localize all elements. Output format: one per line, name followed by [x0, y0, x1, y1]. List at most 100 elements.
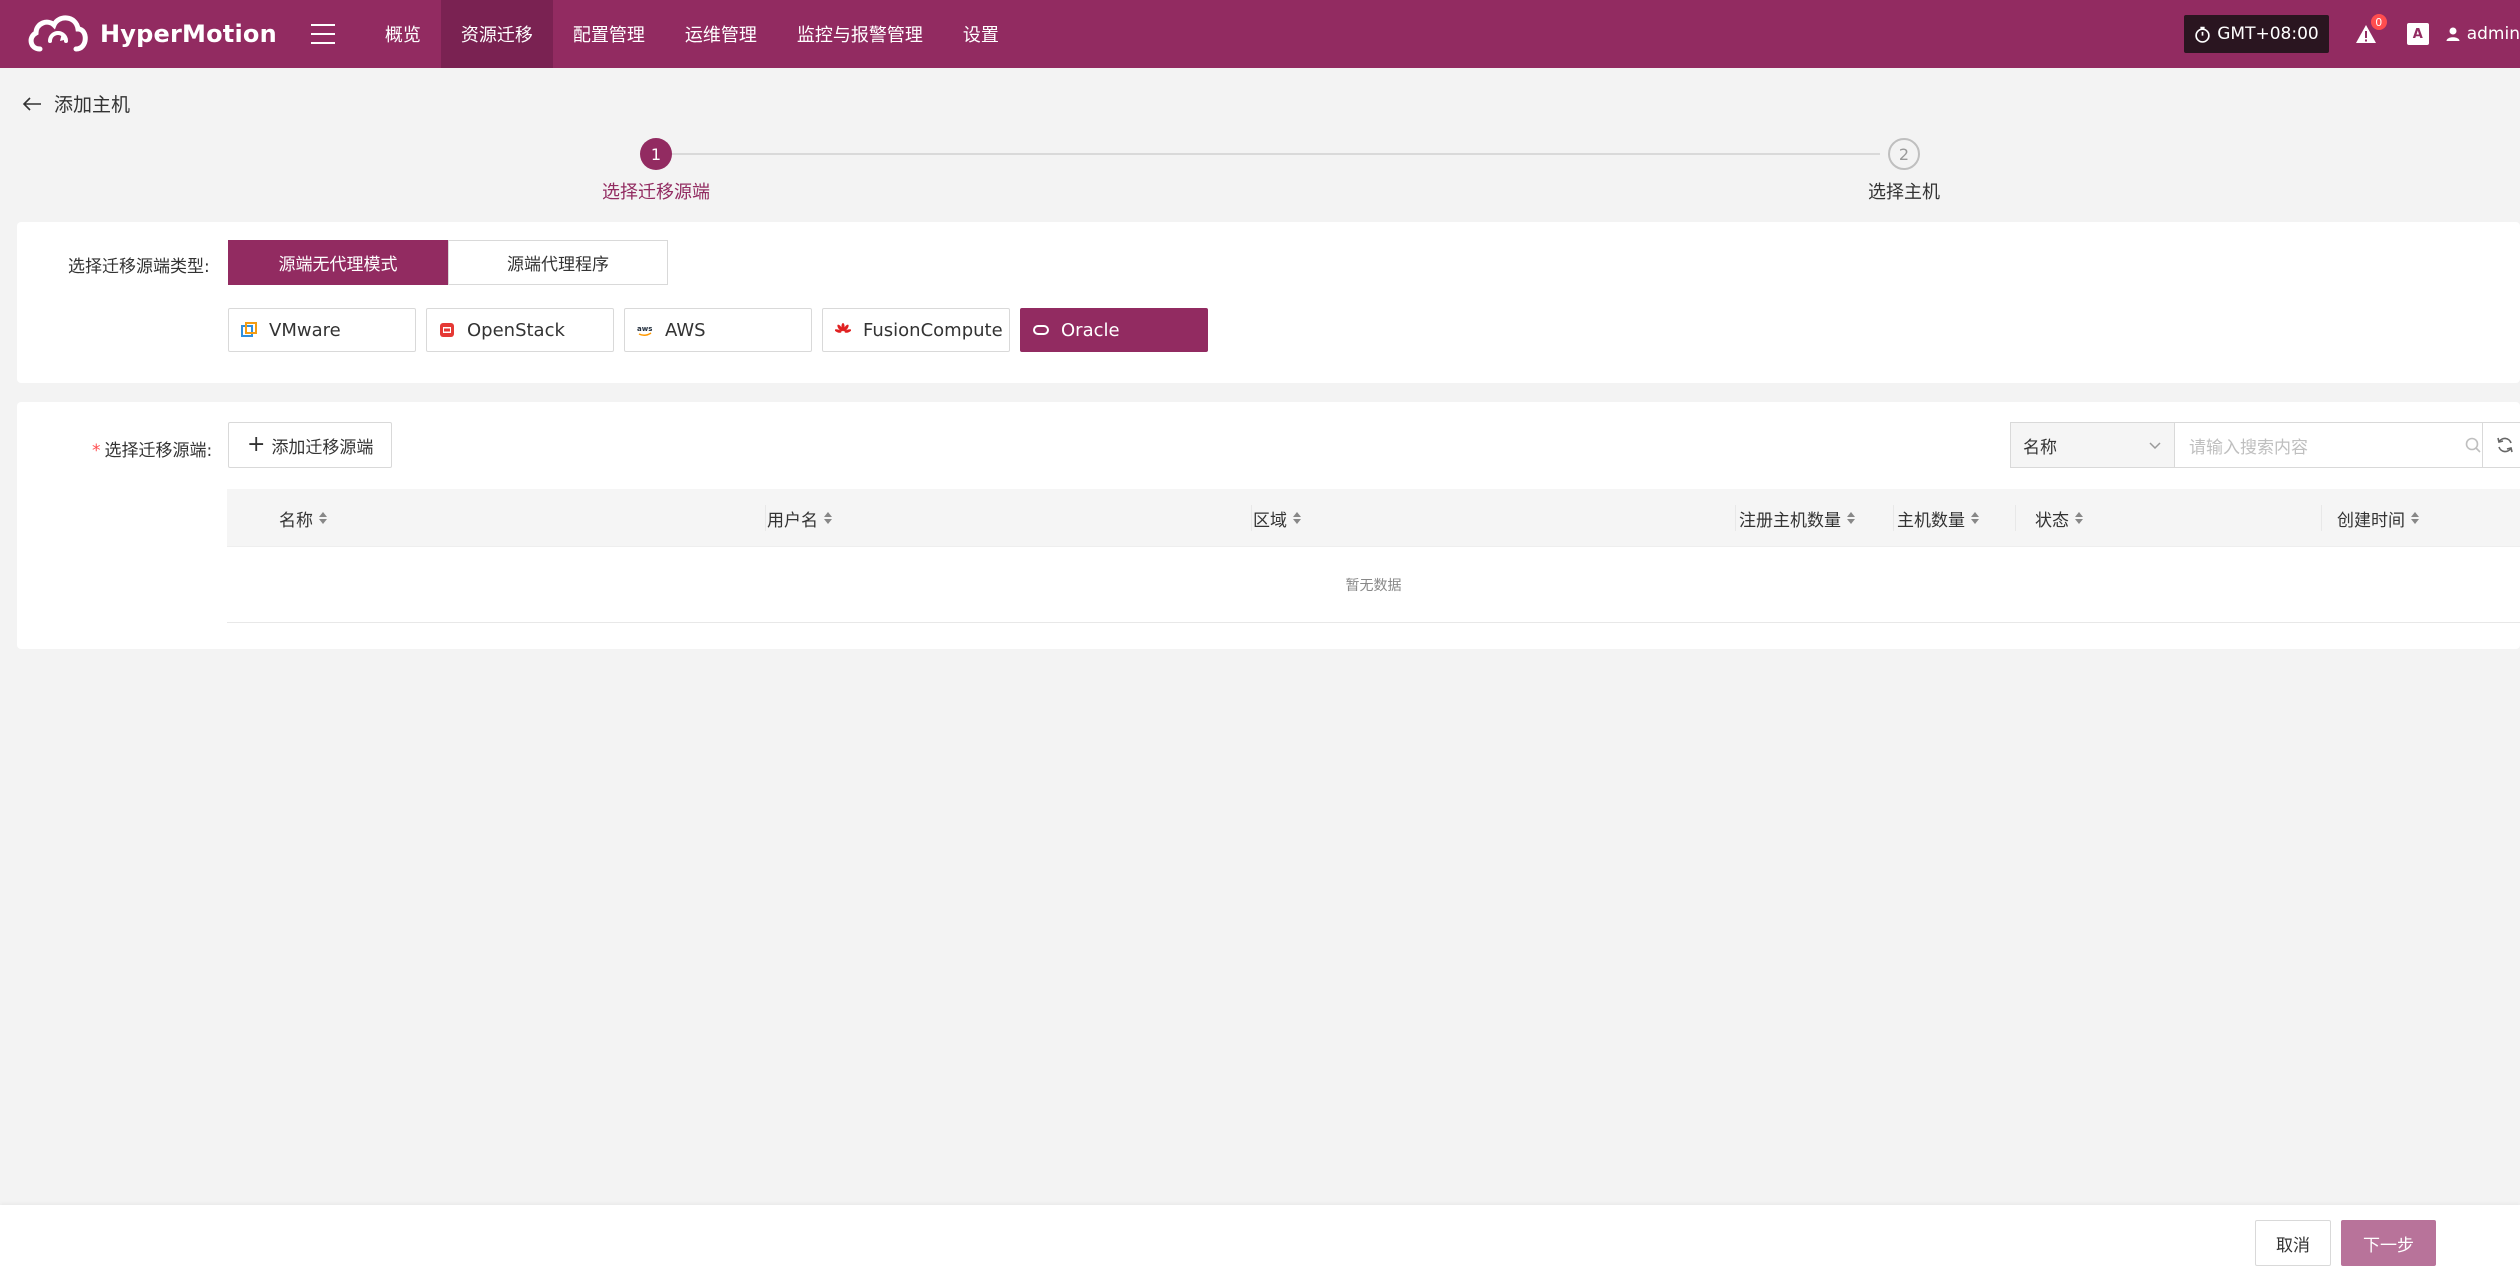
search-field-select[interactable]: 名称: [2010, 422, 2175, 468]
required-mark: *: [92, 441, 101, 461]
nav-item-resource-migration[interactable]: 资源迁移: [440, 0, 553, 68]
search-icon[interactable]: [2464, 436, 2482, 454]
platform-fusioncompute-label: FusionCompute: [863, 319, 1003, 341]
user-icon: [2446, 27, 2460, 41]
search-field-value: 名称: [2023, 437, 2057, 458]
table-header: 名称 用户名 区域 注册主机数量 主机数量 状态 创建时间: [227, 489, 2520, 547]
nav-item-settings[interactable]: 设置: [943, 0, 1019, 68]
plus-icon: +: [247, 432, 266, 457]
column-divider: [2321, 505, 2322, 531]
platform-fusioncompute-button[interactable]: FusionCompute: [822, 308, 1010, 352]
column-header-status[interactable]: 状态: [2035, 489, 2083, 547]
search-bar: 名称 请输入搜索内容: [2010, 422, 2497, 468]
page-title: 添加主机: [54, 94, 131, 116]
language-switch-icon[interactable]: A: [2406, 23, 2429, 45]
column-header-username[interactable]: 用户名: [767, 489, 832, 547]
platform-openstack-button[interactable]: OpenStack: [426, 308, 614, 352]
step-1: 1 选择迁移源端: [596, 138, 716, 204]
column-header-registered-hosts-label: 注册主机数量: [1739, 510, 1841, 531]
platform-vmware-button[interactable]: VMware: [228, 308, 416, 352]
search-placeholder: 请输入搜索内容: [2189, 437, 2308, 458]
page-header: 添加主机: [22, 90, 130, 117]
source-select-card: * 选择迁移源端: + 添加迁移源端 名称 请输入搜索内容 名称 用户名 区域 …: [17, 402, 2520, 649]
platform-openstack-label: OpenStack: [467, 319, 565, 341]
vmware-icon: [241, 322, 257, 338]
column-header-host-count-label: 主机数量: [1897, 510, 1965, 531]
sort-icon: [1971, 512, 1979, 524]
svg-text:aws: aws: [637, 325, 652, 333]
sort-icon: [824, 512, 832, 524]
logo[interactable]: HyperMotion: [26, 0, 277, 68]
column-divider: [1735, 505, 1736, 531]
step-2: 2 选择主机: [1844, 138, 1964, 204]
column-divider: [1893, 505, 1894, 531]
steps-progress: 1 选择迁移源端 2 选择主机: [0, 136, 2520, 206]
mode-segmented-control: 源端无代理模式 源端代理程序: [228, 240, 668, 285]
nav-item-config-management[interactable]: 配置管理: [553, 0, 665, 68]
source-table: 名称 用户名 区域 注册主机数量 主机数量 状态 创建时间 暂无数据: [227, 489, 2520, 623]
column-header-host-count[interactable]: 主机数量: [1897, 489, 1979, 547]
refresh-icon: [2497, 437, 2513, 453]
alert-count-badge: 0: [2370, 14, 2387, 30]
source-select-label: * 选择迁移源端:: [92, 436, 212, 461]
platform-vmware-label: VMware: [269, 319, 341, 341]
column-header-name[interactable]: 名称: [279, 489, 327, 547]
mode-agentless-button[interactable]: 源端无代理模式: [228, 240, 448, 285]
step-1-circle: 1: [640, 138, 672, 170]
column-divider: [765, 505, 766, 531]
step-2-label: 选择主机: [1868, 182, 1940, 203]
aws-icon: aws: [637, 322, 653, 338]
platform-aws-button[interactable]: aws AWS: [624, 308, 812, 352]
source-select-label-text: 选择迁移源端:: [104, 441, 213, 461]
refresh-button[interactable]: [2482, 422, 2520, 468]
timezone-text: GMT+08:00: [2217, 24, 2319, 44]
nav-item-overview[interactable]: 概览: [365, 0, 441, 68]
sort-icon: [2075, 512, 2083, 524]
platform-aws-label: AWS: [665, 319, 706, 341]
openstack-icon: [439, 322, 455, 338]
search-input[interactable]: 请输入搜索内容: [2175, 422, 2497, 468]
column-divider: [2015, 505, 2016, 531]
sort-icon: [1847, 512, 1855, 524]
menu-toggle-icon[interactable]: [310, 24, 335, 44]
timezone-badge[interactable]: GMT+08:00: [2184, 15, 2329, 53]
footer-bar: 取消 下一步: [0, 1205, 2520, 1277]
platform-oracle-label: Oracle: [1061, 319, 1120, 341]
huawei-icon: [835, 322, 851, 338]
chevron-down-icon: [2149, 442, 2161, 450]
column-header-name-label: 名称: [279, 510, 313, 531]
next-step-button[interactable]: 下一步: [2341, 1220, 2436, 1266]
column-header-status-label: 状态: [2035, 510, 2069, 531]
user-menu[interactable]: admin: [2445, 24, 2520, 44]
source-type-label: 选择迁移源端类型:: [68, 257, 210, 277]
step-1-label: 选择迁移源端: [602, 182, 710, 203]
top-right-tools: GMT+08:00 0 A admin: [2184, 0, 2520, 68]
top-navigation-bar: HyperMotion 概览 资源迁移 配置管理 运维管理 监控与报警管理 设置…: [0, 0, 2520, 68]
nav-item-monitoring-alerts[interactable]: 监控与报警管理: [777, 0, 943, 68]
column-divider: [1251, 505, 1252, 531]
step-connector: [670, 153, 1880, 155]
column-header-created-time-label: 创建时间: [2337, 510, 2405, 531]
platform-oracle-button[interactable]: Oracle: [1020, 308, 1208, 352]
table-empty-state: 暂无数据: [227, 547, 2520, 623]
platform-options: VMware OpenStack aws AWS FusionCompute O…: [228, 308, 1218, 352]
sort-icon: [1293, 512, 1301, 524]
add-source-label: 添加迁移源端: [271, 437, 374, 458]
sort-icon: [319, 512, 327, 524]
sort-icon: [2411, 512, 2419, 524]
mode-agent-button[interactable]: 源端代理程序: [448, 240, 668, 285]
clock-icon: [2195, 26, 2210, 43]
add-source-button[interactable]: + 添加迁移源端: [228, 422, 393, 468]
column-header-created-time[interactable]: 创建时间: [2337, 489, 2419, 547]
cancel-button[interactable]: 取消: [2255, 1220, 2331, 1266]
nav-item-ops-management[interactable]: 运维管理: [665, 0, 777, 68]
oracle-icon: [1033, 322, 1049, 338]
main-nav: 概览 资源迁移 配置管理 运维管理 监控与报警管理 设置: [365, 0, 1019, 68]
alert-button[interactable]: 0: [2355, 14, 2387, 45]
column-header-registered-hosts[interactable]: 注册主机数量: [1739, 489, 1855, 547]
back-arrow-icon[interactable]: [22, 96, 42, 112]
cloud-logo-icon: [28, 15, 88, 52]
column-header-username-label: 用户名: [767, 510, 818, 531]
source-type-card: 选择迁移源端类型: 源端无代理模式 源端代理程序 VMware OpenStac…: [17, 222, 2520, 383]
column-header-region[interactable]: 区域: [1253, 489, 1301, 547]
